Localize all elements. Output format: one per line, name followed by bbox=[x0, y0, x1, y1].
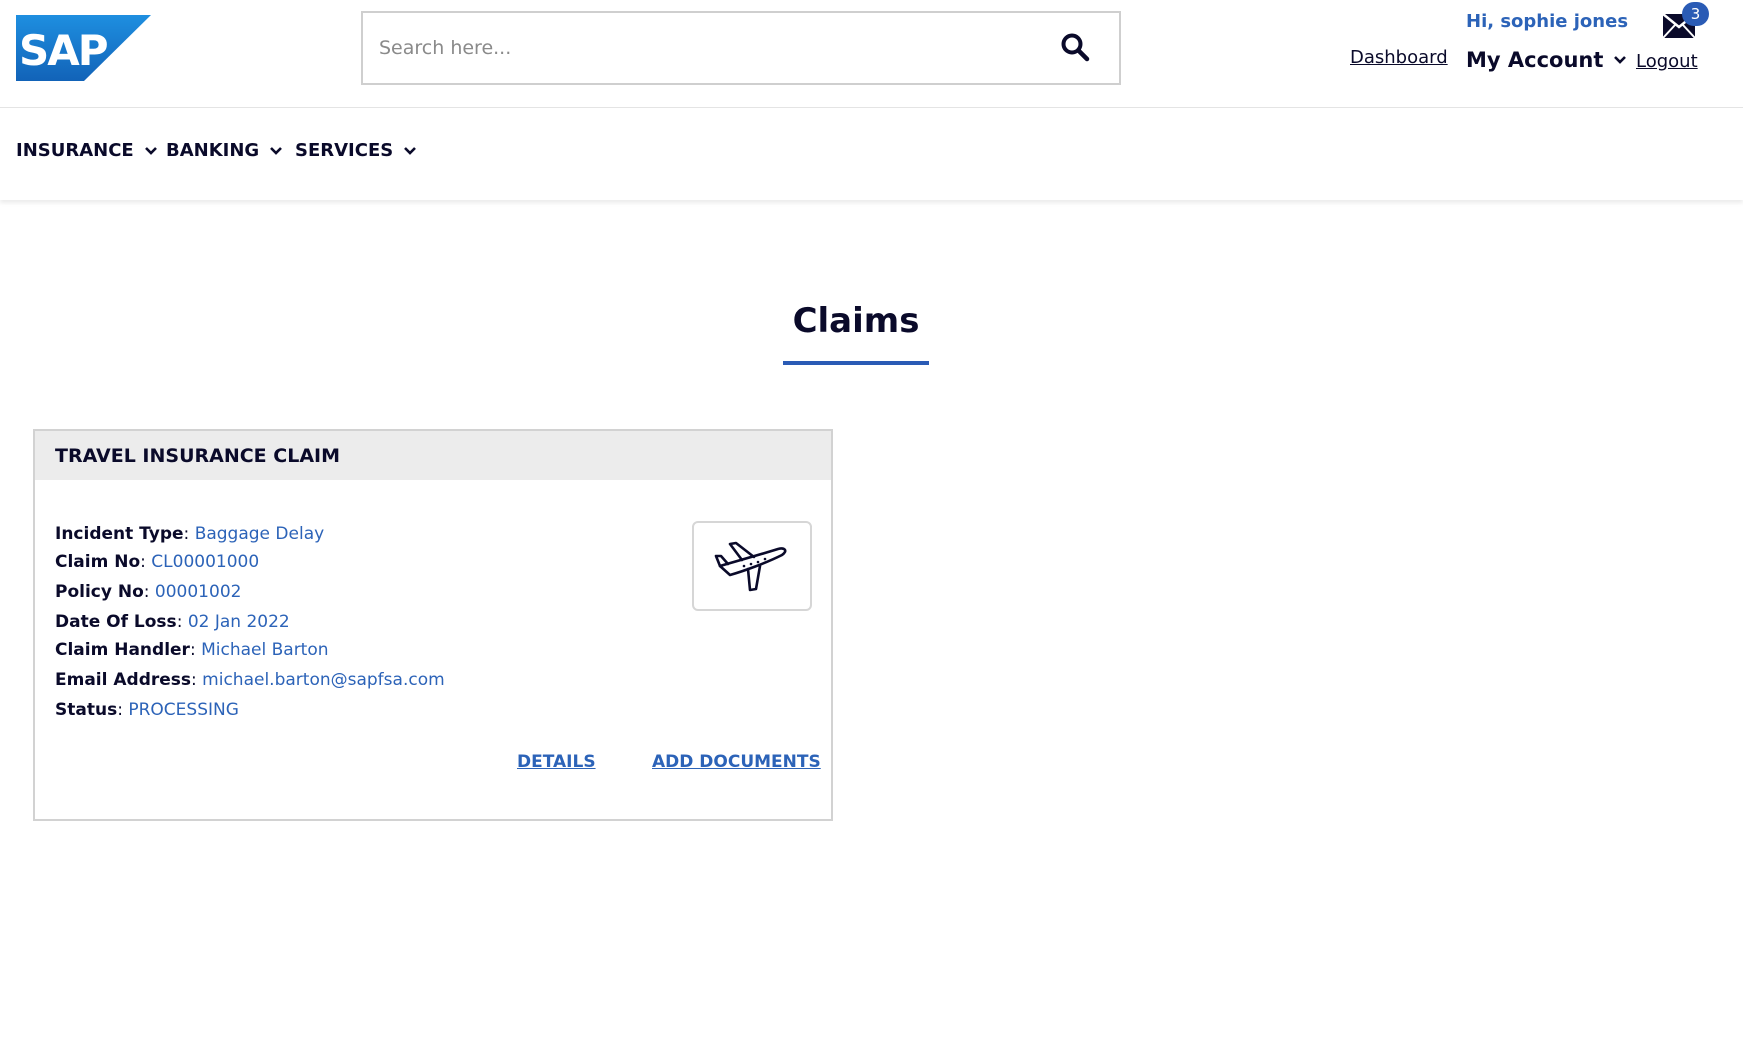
search-box bbox=[361, 11, 1121, 85]
field-label: Policy No bbox=[55, 582, 144, 602]
claim-field-email-address: Email Address: michael.barton@sapfsa.com bbox=[55, 670, 445, 690]
field-label: Incident Type bbox=[55, 524, 184, 544]
chevron-down-icon bbox=[1614, 56, 1627, 64]
claim-field-incident-type: Incident Type: Baggage Delay bbox=[55, 524, 325, 544]
field-label: Status bbox=[55, 700, 118, 720]
main-nav: INSURANCE BANKING SERVICES bbox=[0, 108, 1743, 200]
nav-item-label: SERVICES bbox=[295, 140, 394, 161]
field-label: Date Of Loss bbox=[55, 612, 177, 632]
search-icon bbox=[1061, 33, 1090, 62]
field-label: Claim Handler bbox=[55, 640, 190, 660]
nav-item-label: INSURANCE bbox=[16, 140, 134, 161]
field-value: 02 Jan 2022 bbox=[187, 612, 290, 632]
claim-field-date-of-loss: Date Of Loss: 02 Jan 2022 bbox=[55, 612, 290, 632]
airplane-icon bbox=[714, 541, 787, 592]
field-value: Michael Barton bbox=[201, 640, 329, 660]
details-link[interactable]: DETAILS bbox=[517, 752, 596, 772]
field-label: Claim No bbox=[55, 552, 141, 572]
claim-field-claim-no: Claim No: CL00001000 bbox=[55, 552, 260, 572]
status-value: PROCESSING bbox=[128, 700, 239, 720]
user-greeting: Hi, sophie jones bbox=[1466, 11, 1629, 32]
nav-item-label: BANKING bbox=[166, 140, 260, 161]
mail-count-badge: 3 bbox=[1682, 2, 1709, 26]
chevron-down-icon bbox=[270, 146, 283, 155]
logo-text: SAP bbox=[19, 26, 108, 75]
dashboard-link[interactable]: Dashboard bbox=[1350, 47, 1448, 68]
sap-logo[interactable]: SAP bbox=[16, 15, 151, 81]
claim-card: TRAVEL INSURANCE CLAIM Incident Type: Ba… bbox=[33, 429, 833, 821]
claim-type-icon-box bbox=[692, 521, 812, 611]
field-value: 00001002 bbox=[154, 582, 242, 602]
logout-link[interactable]: Logout bbox=[1636, 51, 1698, 72]
search-button[interactable] bbox=[1057, 29, 1093, 65]
claim-card-title: TRAVEL INSURANCE CLAIM bbox=[55, 445, 340, 467]
title-underline bbox=[783, 361, 929, 365]
my-account-label: My Account bbox=[1466, 48, 1604, 72]
field-value[interactable]: michael.barton@sapfsa.com bbox=[202, 670, 444, 690]
nav-item-insurance[interactable]: INSURANCE bbox=[16, 140, 158, 161]
chevron-down-icon bbox=[404, 146, 417, 155]
add-documents-link[interactable]: ADD DOCUMENTS bbox=[652, 752, 821, 772]
chevron-down-icon bbox=[144, 146, 157, 155]
search-input[interactable] bbox=[379, 31, 1019, 65]
page-title: Claims bbox=[792, 301, 920, 341]
my-account-menu[interactable]: My Account bbox=[1466, 48, 1627, 72]
field-value: Baggage Delay bbox=[194, 524, 325, 544]
top-header: SAP Hi, sophie jones 3 Dashboard My Acco… bbox=[0, 0, 1743, 108]
claim-field-policy-no: Policy No: 00001002 bbox=[55, 582, 242, 602]
nav-item-banking[interactable]: BANKING bbox=[166, 140, 283, 161]
field-label: Email Address bbox=[55, 670, 192, 690]
claim-field-status: Status: PROCESSING bbox=[55, 700, 239, 720]
claim-field-claim-handler: Claim Handler: Michael Barton bbox=[55, 640, 329, 660]
nav-item-services[interactable]: SERVICES bbox=[295, 140, 417, 161]
claim-card-header: TRAVEL INSURANCE CLAIM bbox=[35, 431, 831, 480]
field-value: CL00001000 bbox=[151, 552, 260, 572]
